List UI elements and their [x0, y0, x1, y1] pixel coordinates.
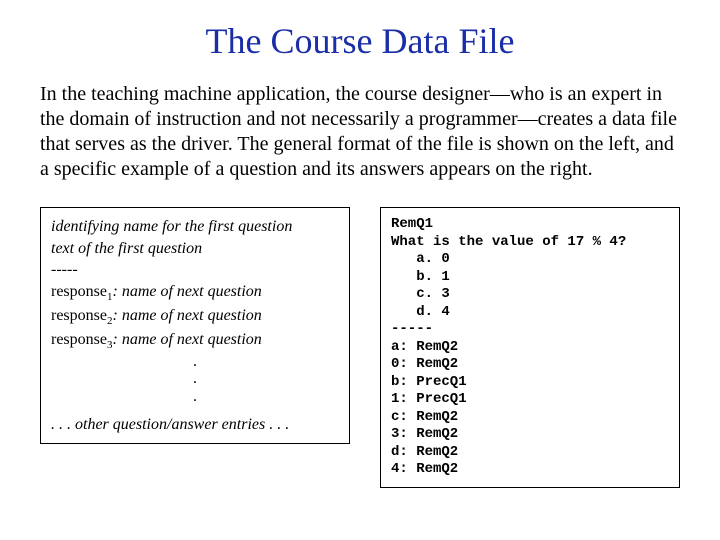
slide-title: The Course Data File [40, 20, 680, 62]
format-line: text of the first question [51, 238, 339, 260]
code-line: b: PrecQ1 [391, 374, 669, 392]
format-line: identifying name for the first question [51, 216, 339, 238]
format-line: response2: name of next question [51, 305, 339, 329]
columns: identifying name for the first question … [40, 207, 680, 488]
code-line: d. 4 [391, 304, 669, 322]
code-line: ----- [391, 321, 669, 339]
code-line: 1: PrecQ1 [391, 391, 669, 409]
code-line: RemQ1 [391, 216, 669, 234]
format-line: response3: name of next question [51, 329, 339, 353]
code-line: 4: RemQ2 [391, 461, 669, 479]
slide-paragraph: In the teaching machine application, the… [40, 82, 680, 182]
code-line: a. 0 [391, 251, 669, 269]
code-line: b. 1 [391, 269, 669, 287]
ellipsis-dot: . [51, 370, 339, 388]
code-line: What is the value of 17 % 4? [391, 234, 669, 252]
ellipsis-dot: . [51, 388, 339, 406]
code-line: 3: RemQ2 [391, 426, 669, 444]
ellipsis-dot: . [51, 353, 339, 371]
slide: The Course Data File In the teaching mac… [0, 0, 720, 508]
code-line: c: RemQ2 [391, 409, 669, 427]
format-other-entries: . . . other question/answer entries . . … [51, 414, 339, 436]
format-line: response1: name of next question [51, 281, 339, 305]
code-line: c. 3 [391, 286, 669, 304]
code-line: a: RemQ2 [391, 339, 669, 357]
format-panel: identifying name for the first question … [40, 207, 350, 444]
code-line: 0: RemQ2 [391, 356, 669, 374]
divider-dashes: ----- [51, 259, 339, 281]
code-line: d: RemQ2 [391, 444, 669, 462]
example-panel: RemQ1What is the value of 17 % 4? a. 0 b… [380, 207, 680, 488]
